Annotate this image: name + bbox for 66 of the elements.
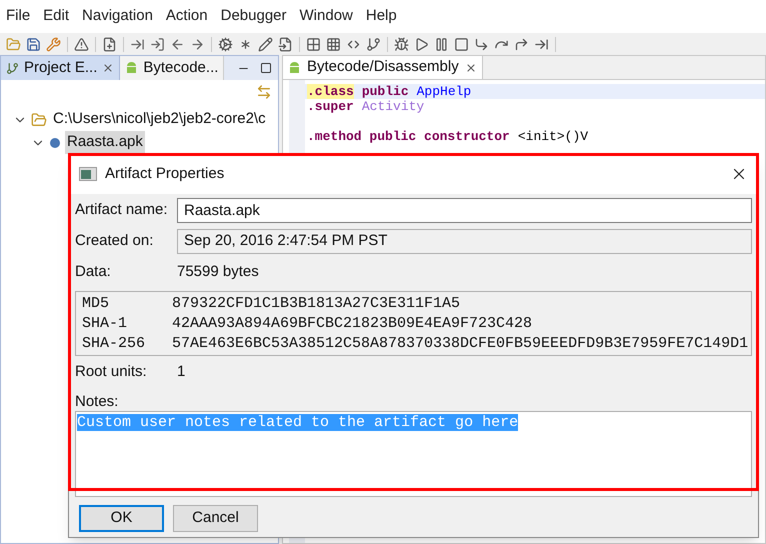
sync-icon[interactable] bbox=[256, 84, 272, 100]
file-dot-icon bbox=[49, 136, 61, 148]
code-token: .class bbox=[307, 84, 354, 99]
step-icon[interactable] bbox=[474, 36, 489, 52]
hash-value: 42AAA93A894A69BFCBC21823B09E4EA9F723C428 bbox=[172, 314, 532, 334]
android-icon bbox=[288, 60, 301, 74]
hash-algorithm: MD5 bbox=[82, 294, 110, 314]
pencil-icon[interactable] bbox=[258, 36, 273, 52]
field-label: Artifact name: bbox=[75, 200, 169, 220]
field-value: 75599 bytes bbox=[177, 262, 259, 282]
arrow-to-line-icon[interactable] bbox=[130, 36, 145, 52]
arrow-to-line-icon[interactable] bbox=[534, 36, 549, 52]
warning-icon[interactable] bbox=[74, 36, 89, 52]
stop-icon[interactable] bbox=[454, 36, 469, 52]
grid-icon[interactable] bbox=[306, 36, 321, 52]
wrench-icon[interactable] bbox=[46, 36, 61, 52]
hash-value: 57AE463E6BC53A38512C58A878370338DCFE0FB59EEEDFD9B3E7959FE7C149D1 bbox=[172, 334, 748, 354]
code-token: Activity bbox=[362, 99, 424, 114]
gears-icon[interactable] bbox=[218, 36, 233, 52]
pause-icon[interactable] bbox=[434, 36, 449, 52]
hash-algorithm: SHA-256 bbox=[82, 334, 146, 354]
step-out-icon[interactable] bbox=[514, 36, 529, 52]
menu-item[interactable]: Edit bbox=[38, 5, 74, 28]
text-field[interactable]: Raasta.apk bbox=[177, 198, 752, 223]
field-value: 1 bbox=[177, 362, 186, 382]
enter-icon[interactable] bbox=[150, 36, 165, 52]
read-only-field[interactable]: Sep 20, 2016 2:47:54 PM PST bbox=[177, 229, 752, 254]
window-icon bbox=[79, 167, 97, 181]
tree-item[interactable]: Raasta.apk bbox=[65, 131, 145, 154]
field-label: Notes: bbox=[75, 392, 120, 409]
pane-tab[interactable]: Project E... bbox=[1, 56, 120, 80]
editor-tab[interactable]: Bytecode/Disassembly bbox=[283, 56, 483, 79]
code-token: public bbox=[362, 84, 409, 99]
close-icon[interactable] bbox=[464, 62, 477, 74]
code-token: AppHelp bbox=[416, 84, 472, 99]
dialog-title: Artifact Properties bbox=[105, 164, 226, 184]
dialog-button[interactable]: Cancel bbox=[173, 505, 258, 532]
android-icon bbox=[125, 61, 138, 75]
branch-icon[interactable] bbox=[366, 36, 381, 52]
menu-item[interactable]: Debugger bbox=[216, 5, 292, 28]
folder-icon bbox=[31, 112, 47, 128]
menu-item[interactable]: Navigation bbox=[77, 5, 158, 28]
hash-algorithm: SHA-1 bbox=[82, 314, 128, 334]
file-arrow-icon[interactable] bbox=[278, 36, 293, 52]
menu-item[interactable]: Action bbox=[160, 5, 213, 28]
hash-value: 879322CFD1C1B3B1813A27C3E311F1A5 bbox=[172, 294, 460, 314]
menu-item[interactable]: Window bbox=[294, 5, 358, 28]
field-label: Created on: bbox=[75, 231, 154, 252]
code-token: .method public constructor bbox=[307, 129, 510, 144]
code-token: .super bbox=[307, 99, 354, 114]
field-label: Data: bbox=[75, 262, 112, 282]
dialog-button[interactable]: OK bbox=[79, 505, 164, 532]
pane-tab[interactable]: Bytecode... bbox=[120, 56, 224, 80]
tree-icon bbox=[6, 62, 19, 74]
maximize-icon[interactable] bbox=[260, 62, 272, 74]
grid-icon[interactable] bbox=[326, 36, 341, 52]
menu-item[interactable]: File bbox=[1, 5, 36, 28]
bug-icon[interactable] bbox=[394, 36, 409, 52]
play-icon[interactable] bbox=[414, 36, 429, 52]
new-file-icon[interactable] bbox=[102, 36, 117, 52]
tree-item[interactable]: C:\Users\nicol\jeb2\jeb2-core2\c bbox=[51, 108, 268, 131]
field-label: Root units: bbox=[75, 362, 148, 382]
code-token: <init>()V bbox=[518, 129, 588, 144]
menu-item[interactable]: Help bbox=[360, 5, 402, 28]
right-arrow-icon[interactable] bbox=[190, 36, 205, 52]
save-icon[interactable] bbox=[26, 36, 41, 52]
